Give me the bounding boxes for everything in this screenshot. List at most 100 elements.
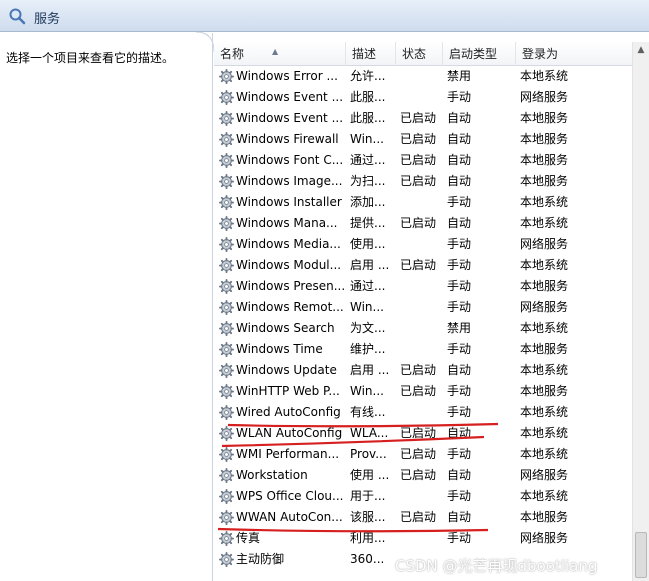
column-header-startup-type[interactable]: 启动类型 [443,42,516,66]
service-logon-as: 网络服务 [520,90,569,104]
table-row[interactable]: Windows Error ... 允许... 禁用 本地系统 [214,66,632,87]
table-row[interactable]: Windows Installer 添加... 手动 本地系统 [214,192,632,213]
table-row[interactable]: Windows Mana... 提供... 已启动 自动 本地系统 [214,213,632,234]
scroll-up-arrow-icon[interactable]: ▲ [633,42,649,59]
service-description: 用于... [350,489,386,503]
column-header-name[interactable]: 名称 ▲ [214,42,346,66]
service-logon-as: 本地服务 [520,342,569,356]
service-status [396,486,443,507]
table-row[interactable]: WPS Office Clou... 用于... 手动 本地系统 [214,486,632,507]
service-description: Win... [350,384,384,398]
table-row[interactable]: Windows Presen... 通过... 手动 本地服务 [214,276,632,297]
service-name: Windows Error ... [236,69,338,83]
table-row[interactable]: Windows Modul... 启用 ... 已启动 手动 本地系统 [214,255,632,276]
scroll-thumb[interactable] [635,532,647,578]
table-row[interactable]: Windows Image... 为扫... 已启动 自动 本地服务 [214,171,632,192]
table-row[interactable]: Windows Search 为文... 禁用 本地系统 [214,318,632,339]
service-name: Windows Remot... [236,300,344,314]
service-name: Windows Presen... [236,279,346,293]
table-row[interactable]: WWAN AutoCon... 该服... 已启动 自动 本地服务 [214,507,632,528]
service-description: 此服... [350,90,386,104]
service-startup-type: 自动 [447,216,472,230]
service-status: 已启动 [400,132,437,146]
service-description: 允许... [350,69,386,83]
service-startup-type: 手动 [447,237,472,251]
vertical-scrollbar[interactable]: ▲ [632,42,649,581]
service-description: 有线... [350,405,386,419]
table-row[interactable]: Windows Firewall Win... 已启动 自动 本地服务 [214,129,632,150]
service-description: Win... [350,132,384,146]
table-row[interactable]: Wired AutoConfig 有线... 手动 本地系统 [214,402,632,423]
service-startup-type: 手动 [447,342,472,356]
service-startup-type: 手动 [447,489,472,503]
service-name: 主动防御 [236,552,285,566]
table-row[interactable]: WinHTTP Web P... Win... 已启动 手动 本地服务 [214,381,632,402]
service-startup-type: 自动 [447,153,472,167]
service-description: 维护... [350,342,386,356]
service-name: WWAN AutoCon... [236,510,343,524]
service-status: 已启动 [400,426,437,440]
service-name: Windows Firewall [236,132,339,146]
service-logon-as: 本地系统 [520,195,569,209]
services-table[interactable]: 名称 ▲ 描述 状态 启动类型 登录为 Windows Error ... 允许.… [214,42,632,581]
table-row[interactable]: Windows Event ... 此服... 手动 网络服务 [214,87,632,108]
table-row[interactable]: Windows Font C... 通过... 已启动 自动 本地服务 [214,150,632,171]
table-row[interactable]: Windows Update 启用 ... 已启动 自动 本地系统 [214,360,632,381]
service-startup-type: 禁用 [447,321,472,335]
column-header-description[interactable]: 描述 [346,42,396,66]
service-logon-as: 网络服务 [520,468,569,482]
service-status [396,297,443,318]
service-startup-type: 自动 [447,468,472,482]
service-description: Win... [350,300,384,314]
service-logon-as: 本地系统 [520,447,569,461]
column-header-status[interactable]: 状态 [396,42,443,66]
table-row[interactable]: Windows Event ... 此服... 已启动 自动 本地服务 [214,108,632,129]
table-row[interactable]: WLAN AutoConfig WLA... 已启动 自动 本地系统 [214,423,632,444]
service-startup-type: 手动 [447,384,472,398]
service-name: 传真 [236,531,261,545]
pane-corner [196,32,215,52]
table-row[interactable]: WMI Performan... Prov... 已启动 手动 本地系统 [214,444,632,465]
service-status: 已启动 [400,447,437,461]
service-logon-as: 本地服务 [520,132,569,146]
table-row[interactable]: Windows Remot... Win... 手动 网络服务 [214,297,632,318]
service-name: Windows Font C... [236,153,344,167]
service-description: 添加... [350,195,386,209]
table-row[interactable]: Windows Media... 使用... 手动 网络服务 [214,234,632,255]
table-header: 名称 ▲ 描述 状态 启动类型 登录为 [214,42,632,66]
service-description: 该服... [350,510,386,524]
service-description: WLA... [350,426,389,440]
table-row[interactable]: 传真 利用... 手动 网络服务 [214,528,632,549]
service-description: 利用... [350,531,386,545]
service-name: WLAN AutoConfig [236,426,343,440]
service-logon-as: 本地服务 [520,111,569,125]
service-description: 启用 ... [350,363,390,377]
service-logon-as: 网络服务 [520,237,569,251]
service-logon-as: 网络服务 [520,300,569,314]
service-startup-type: 手动 [447,195,472,209]
table-row[interactable]: Windows Time 维护... 手动 本地服务 [214,339,632,360]
service-name: Windows Image... [236,174,343,188]
service-status [396,87,443,108]
service-startup-type: 手动 [447,279,472,293]
service-description: 启用 ... [350,258,390,272]
service-status [396,318,443,339]
service-status [396,339,443,360]
service-name: Windows Mana... [236,216,338,230]
service-startup-type: 手动 [447,531,472,545]
column-header-logon-as[interactable]: 登录为 [516,42,632,66]
description-prompt: 选择一个项目来查看它的描述。 [6,51,175,65]
service-description: 提供... [350,216,386,230]
service-name: Wired AutoConfig [236,405,341,419]
service-logon-as: 网络服务 [520,531,569,545]
service-name: Windows Time [236,342,323,356]
service-name: Windows Installer [236,195,342,209]
service-status: 已启动 [400,258,437,272]
service-status: 已启动 [400,111,437,125]
service-logon-as: 本地服务 [520,153,569,167]
watermark: CSDN @光芒再现dbootliang [395,557,598,575]
service-name: Workstation [236,468,308,482]
service-logon-as: 本地系统 [520,216,569,230]
table-row[interactable]: Workstation 使用 ... 已启动 自动 网络服务 [214,465,632,486]
service-status: 已启动 [400,363,437,377]
